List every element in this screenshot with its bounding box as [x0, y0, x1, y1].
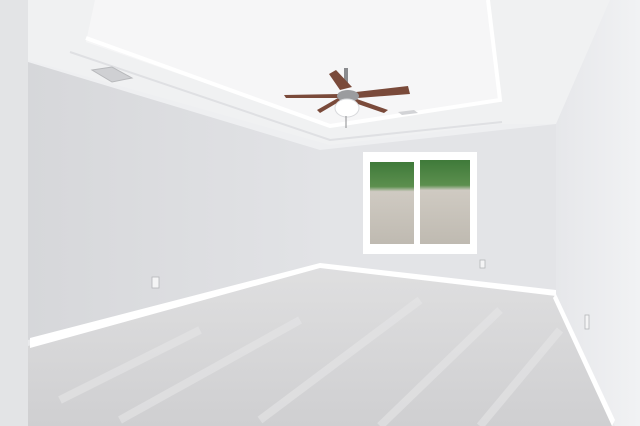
- window-pane-right: [420, 160, 470, 244]
- outlet-left-wall: [151, 276, 160, 289]
- fan-light-globe: [334, 98, 360, 118]
- room-photo: [0, 0, 640, 426]
- left-wall-edge: [0, 0, 28, 426]
- room-illustration: [0, 0, 640, 426]
- window-pane-left: [370, 162, 414, 244]
- outlet-right-wall: [584, 314, 590, 330]
- outlet-back-wall: [479, 259, 486, 269]
